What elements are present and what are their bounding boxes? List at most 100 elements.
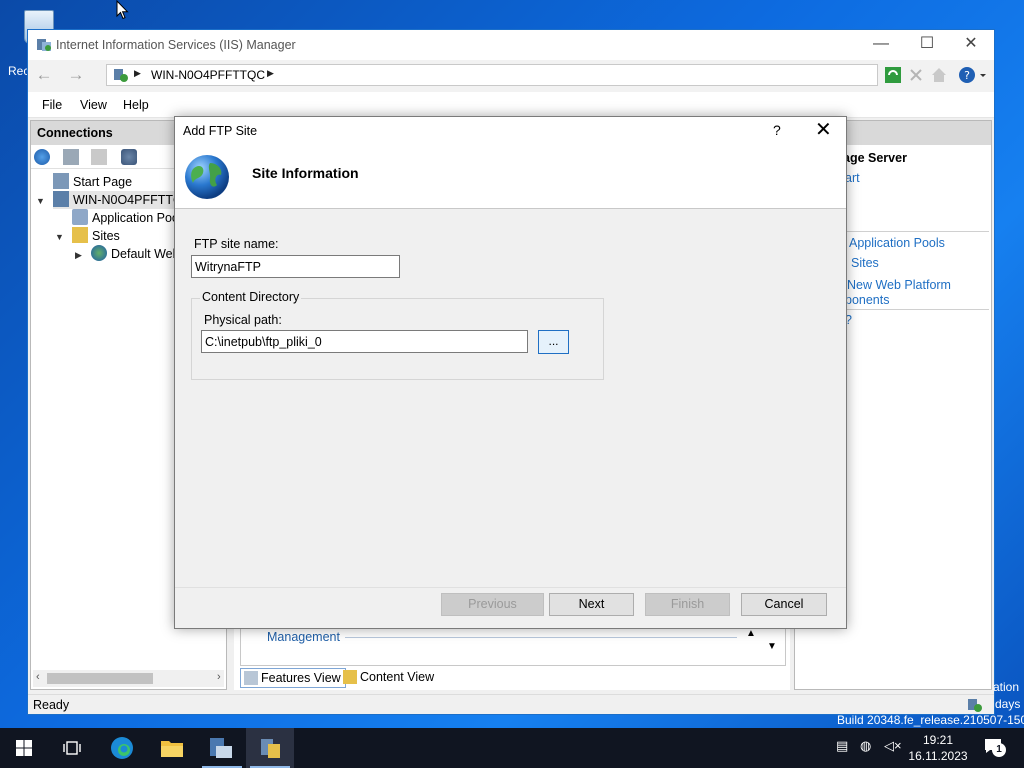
stop-icon[interactable]	[907, 66, 925, 84]
dialog-close-button[interactable]: ✕	[815, 119, 832, 141]
close-button[interactable]: ✕	[948, 30, 994, 60]
action-web-platform-components[interactable]: ponents	[845, 293, 889, 307]
action-manage-server-heading: age Server	[843, 151, 907, 165]
globe-icon[interactable]	[34, 149, 50, 165]
globe-icon	[185, 155, 229, 199]
next-button[interactable]: Next	[549, 593, 634, 616]
collapse-arrow-icon[interactable]: ▶	[75, 250, 82, 261]
save-icon[interactable]	[63, 149, 79, 165]
file-explorer-button[interactable]	[148, 728, 196, 768]
notification-count-badge: 1	[992, 743, 1006, 757]
edge-button[interactable]	[98, 728, 146, 768]
server-icon	[53, 191, 69, 207]
tree-item-sites[interactable]: Sites	[72, 227, 120, 245]
divider	[845, 309, 989, 310]
folder-icon	[161, 741, 183, 757]
back-button[interactable]: ←	[31, 66, 57, 86]
server-manager-icon	[210, 738, 232, 758]
server-manager-button[interactable]	[198, 728, 246, 768]
address-bar[interactable]: ▶ WIN-N0O4PFFTTQC ▶	[106, 64, 878, 86]
tab-features-view[interactable]: Features View	[240, 668, 346, 688]
clock[interactable]: 19:21 16.11.2023	[900, 732, 976, 764]
iis-icon	[261, 739, 280, 758]
scroll-left-icon[interactable]: ‹	[36, 671, 40, 683]
dialog-help-button[interactable]: ?	[773, 122, 781, 138]
menu-file[interactable]: File	[42, 98, 62, 112]
physical-path-label: Physical path:	[204, 313, 282, 327]
add-ftp-site-dialog: Add FTP Site ? ✕ Site Information FTP si…	[174, 116, 847, 629]
action-view-sites[interactable]: Sites	[851, 256, 879, 270]
dialog-heading: Site Information	[252, 165, 359, 181]
status-text: Ready	[33, 698, 70, 712]
disconnect-icon[interactable]	[121, 149, 137, 165]
title-bar[interactable]: Internet Information Services (IIS) Mana…	[28, 30, 994, 60]
scroll-right-icon[interactable]: ›	[217, 671, 221, 683]
view-tabs: Features View Content View	[234, 664, 790, 692]
start-page-icon	[53, 173, 69, 189]
refresh-icon[interactable]	[884, 66, 902, 84]
scroll-down-icon[interactable]: ▼	[767, 641, 777, 652]
divider	[345, 637, 737, 638]
tree-item-app-pools[interactable]: Application Pools	[72, 209, 188, 227]
activation-watermark-line1: ation	[993, 680, 1020, 694]
task-view-button[interactable]	[48, 728, 96, 768]
clock-time: 19:21	[922, 733, 954, 747]
app-pools-icon	[72, 209, 88, 225]
sites-folder-icon	[72, 227, 88, 243]
finish-button[interactable]: Finish	[645, 593, 730, 616]
dialog-header: Site Information	[175, 145, 846, 209]
chevron-down-icon[interactable]	[978, 66, 988, 84]
speaker-muted-icon[interactable]: ◁×	[884, 738, 902, 754]
minimize-button[interactable]: —	[858, 30, 904, 60]
action-view-app-pools[interactable]: Application Pools	[849, 236, 945, 250]
network-tray-icon[interactable]: ▤	[836, 738, 848, 754]
task-view-icon	[63, 741, 81, 755]
connection-status-icon	[968, 699, 982, 712]
taskbar: ▤ ◍ ◁× 19:21 16.11.2023 1	[0, 728, 1024, 768]
edge-icon	[111, 737, 133, 759]
iis-manager-taskbar-button[interactable]	[246, 728, 294, 768]
iis-app-icon	[37, 39, 51, 51]
breadcrumb-server[interactable]: WIN-N0O4PFFTTQC	[151, 68, 265, 82]
home-icon[interactable]	[930, 66, 948, 84]
mouse-cursor-icon	[116, 0, 129, 20]
globe-tray-icon[interactable]: ◍	[860, 738, 871, 754]
menu-view[interactable]: View	[80, 98, 107, 112]
scroll-thumb[interactable]	[47, 673, 153, 684]
browse-button[interactable]: ...	[538, 330, 569, 354]
tab-content-view[interactable]: Content View	[340, 668, 438, 688]
start-button[interactable]	[0, 728, 48, 768]
content-view-icon	[343, 670, 357, 684]
divider	[845, 231, 989, 232]
action-web-platform[interactable]: New Web Platform	[847, 278, 951, 292]
notification-center-button[interactable]: 1	[984, 738, 1006, 758]
navigation-bar: ← → ▶ WIN-N0O4PFFTTQC ▶ ?	[28, 60, 994, 92]
expand-arrow-icon[interactable]: ▼	[36, 196, 45, 206]
physical-path-input[interactable]	[201, 330, 528, 353]
menu-bar: File View Help	[28, 92, 994, 118]
connections-hscroll[interactable]: ‹ ›	[33, 670, 224, 687]
site-name-label: FTP site name:	[194, 237, 279, 251]
forward-button[interactable]: →	[63, 66, 89, 86]
expand-arrow-icon[interactable]: ▼	[55, 232, 64, 242]
up-icon[interactable]	[91, 149, 107, 165]
help-icon[interactable]: ?	[958, 66, 976, 84]
menu-help[interactable]: Help	[123, 98, 149, 112]
tree-item-start-page[interactable]: Start Page	[53, 173, 132, 191]
collapse-group-icon[interactable]: ▲	[746, 628, 756, 639]
cancel-button[interactable]: Cancel	[741, 593, 827, 616]
previous-button[interactable]: Previous	[441, 593, 544, 616]
management-label: Management	[267, 630, 340, 644]
action-restart[interactable]: art	[845, 171, 860, 185]
breadcrumb-arrow-icon: ▶	[134, 68, 141, 78]
dialog-title-bar[interactable]: Add FTP Site ? ✕	[175, 117, 846, 145]
status-bar: Ready	[28, 694, 994, 714]
breadcrumb-arrow-icon[interactable]: ▶	[267, 68, 274, 79]
maximize-button[interactable]: ☐	[904, 30, 950, 60]
dialog-title: Add FTP Site	[183, 124, 258, 138]
content-directory-label: Content Directory	[200, 290, 302, 304]
website-globe-icon	[91, 245, 107, 261]
ftp-site-name-input[interactable]	[191, 255, 400, 278]
clock-date: 16.11.2023	[908, 749, 968, 763]
build-watermark: Build 20348.fe_release.210507-1500	[837, 713, 1024, 727]
